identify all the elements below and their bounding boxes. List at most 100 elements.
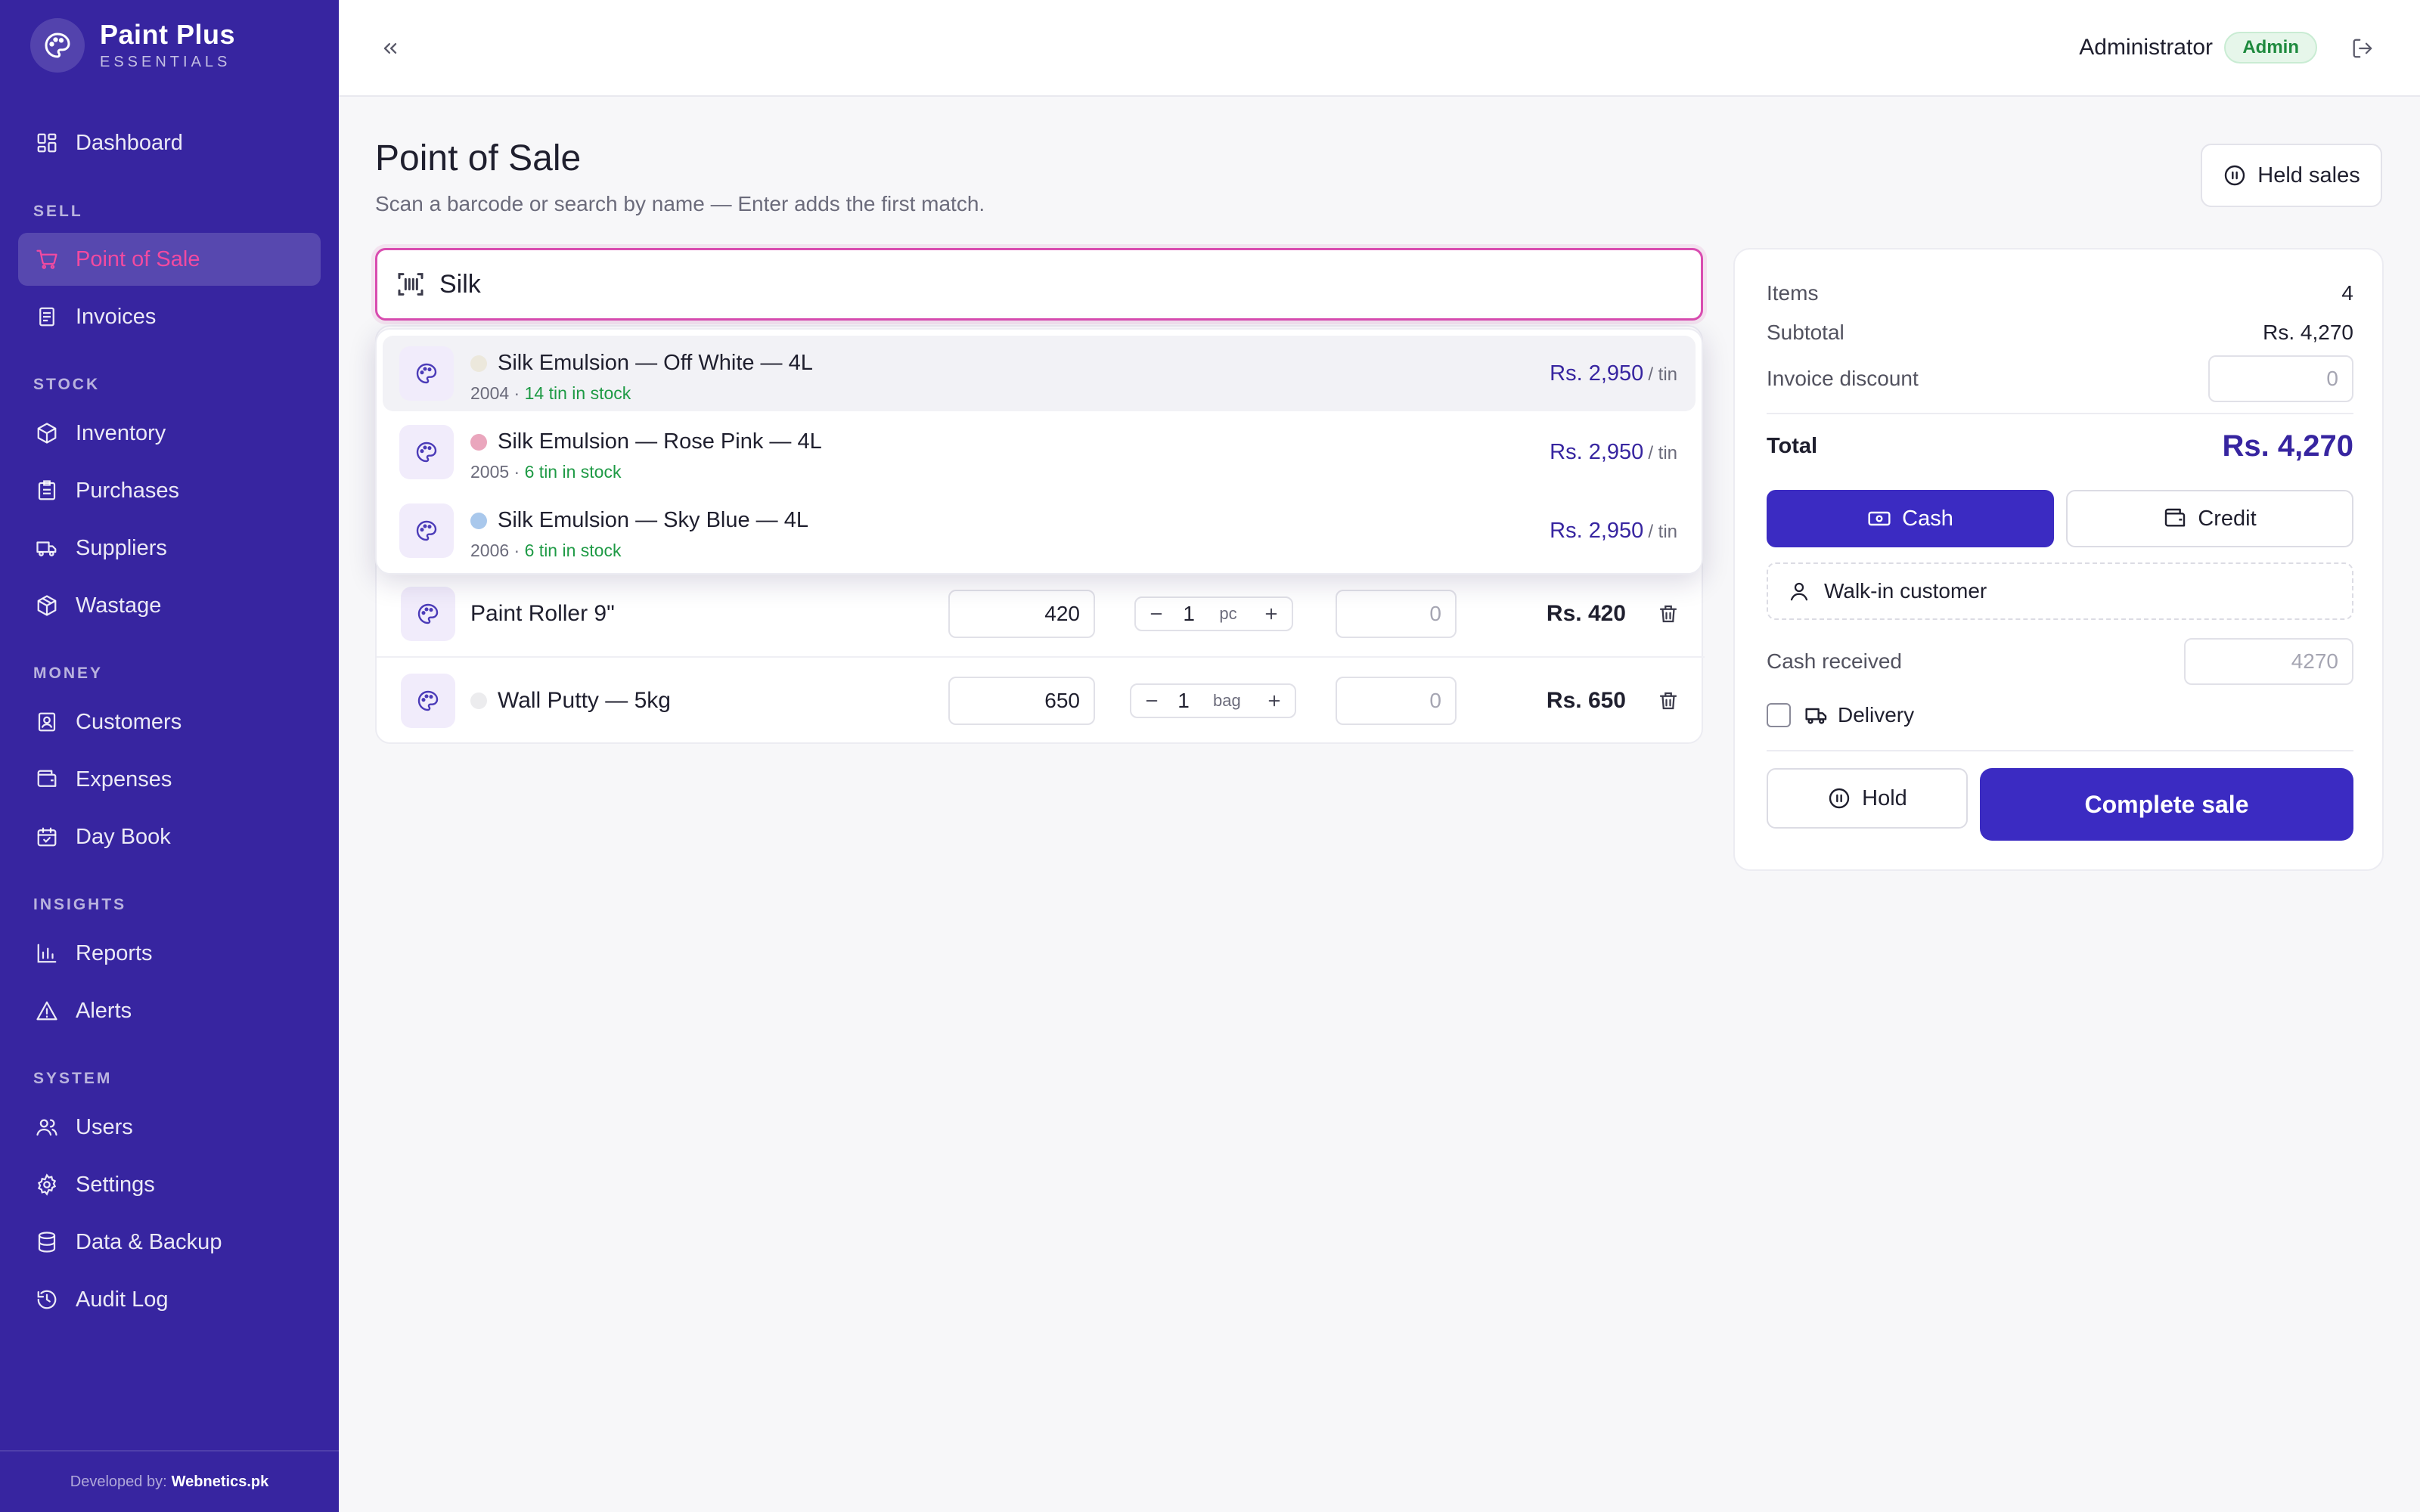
remove-item-button[interactable] [1653, 599, 1683, 629]
cash-label: Cash [1902, 506, 1953, 531]
nav-section-sell: SELL [33, 203, 83, 220]
cash-received-label: Cash received [1767, 649, 1902, 673]
search-results-dropdown: Silk Emulsion — Off White — 4L 2004 · 14… [375, 328, 1703, 575]
credit-payment-button[interactable]: Credit [2066, 490, 2353, 547]
cash-received-row: Cash received 4270 [1767, 638, 2353, 685]
color-swatch [470, 433, 487, 451]
result-unit: / tin [1648, 364, 1677, 385]
total-label: Total [1767, 434, 1818, 458]
remove-item-button[interactable] [1653, 686, 1683, 716]
subtotal-value: Rs. 4,270 [2263, 321, 2353, 344]
sidebar-item-invoices[interactable]: Invoices [18, 290, 321, 343]
clipboard-icon [33, 477, 60, 504]
delivery-checkbox[interactable] [1767, 703, 1791, 727]
complete-sale-button[interactable]: Complete sale [1980, 768, 2353, 841]
minus-icon[interactable] [1146, 604, 1166, 624]
plus-icon[interactable] [1261, 604, 1281, 624]
search-input[interactable] [439, 269, 1574, 299]
sidebar-footer: Developed by: Webnetics.pk [0, 1450, 339, 1512]
sidebar: Paint Plus ESSENTIALS Dashboard SELL Poi… [0, 0, 339, 1512]
sidebar-item-reports[interactable]: Reports [18, 927, 321, 980]
sidebar-item-label: Dashboard [76, 130, 183, 155]
line-total: Rs. 420 [1546, 601, 1626, 626]
warning-icon [33, 997, 60, 1024]
sidebar-item-inventory[interactable]: Inventory [18, 407, 321, 460]
wallet-icon [2163, 507, 2198, 531]
palette-icon [399, 425, 454, 479]
nav-section-stock: STOCK [33, 376, 101, 393]
cart-item-name: Wall Putty — 5kg [498, 688, 671, 713]
search-result-item[interactable]: Silk Emulsion — Off White — 4L 2004 · 14… [383, 336, 1696, 411]
unit-price-input[interactable]: 650 [948, 677, 1095, 725]
sidebar-item-label: Invoices [76, 304, 157, 329]
result-name: Silk Emulsion — Rose Pink — 4L [498, 429, 822, 454]
invoice-discount-input[interactable]: 0 [2208, 355, 2353, 402]
nav-section-money: MONEY [33, 665, 104, 682]
product-search-box[interactable] [375, 248, 1703, 321]
sidebar-item-label: Data & Backup [76, 1229, 222, 1254]
users-icon [33, 1114, 60, 1141]
sidebar-item-data-backup[interactable]: Data & Backup [18, 1216, 321, 1269]
sidebar-item-customers[interactable]: Customers [18, 696, 321, 748]
held-sales-button[interactable]: Held sales [2201, 144, 2382, 207]
minus-icon[interactable] [1142, 691, 1162, 711]
hold-button[interactable]: Hold [1767, 768, 1968, 829]
user-name: Administrator [2079, 35, 2213, 60]
customer-selector[interactable]: Walk-in customer [1767, 562, 2353, 620]
result-price: Rs. 2,950 [1550, 518, 1644, 543]
gear-icon [33, 1171, 60, 1198]
sidebar-item-label: Purchases [76, 478, 180, 503]
color-swatch [470, 692, 487, 709]
cash-payment-button[interactable]: Cash [1767, 490, 2054, 547]
divider [1767, 413, 2353, 414]
result-stock: 14 tin in stock [524, 383, 631, 403]
brand[interactable]: Paint Plus ESSENTIALS [30, 18, 235, 73]
sidebar-item-purchases[interactable]: Purchases [18, 464, 321, 517]
footer-prefix: Developed by: [70, 1473, 167, 1490]
footer-company-link[interactable]: Webnetics.pk [172, 1473, 269, 1491]
sidebar-item-alerts[interactable]: Alerts [18, 984, 321, 1037]
subtotal-label: Subtotal [1767, 321, 1844, 344]
unit-price-input[interactable]: 420 [948, 590, 1095, 638]
sidebar-item-wastage[interactable]: Wastage [18, 579, 321, 632]
sidebar-item-users[interactable]: Users [18, 1101, 321, 1154]
quantity-value: 1 [1177, 689, 1190, 712]
color-swatch [470, 512, 487, 529]
sidebar-item-suppliers[interactable]: Suppliers [18, 522, 321, 575]
sidebar-item-dashboard[interactable]: Dashboard [18, 116, 321, 169]
quantity-unit: pc [1219, 604, 1237, 623]
search-result-item[interactable]: Silk Emulsion — Rose Pink — 4L 2005 · 6 … [383, 414, 1696, 490]
sidebar-item-expenses[interactable]: Expenses [18, 753, 321, 806]
divider [1767, 750, 2353, 751]
cash-received-input[interactable]: 4270 [2184, 638, 2353, 685]
sidebar-item-label: Expenses [76, 767, 172, 792]
truck-icon [33, 534, 60, 562]
box-icon [33, 420, 60, 447]
wallet-icon [33, 766, 60, 793]
pause-circle-icon [2223, 163, 2257, 187]
sidebar-item-day-book[interactable]: Day Book [18, 810, 321, 863]
bar-chart-icon [33, 940, 60, 967]
sidebar-item-label: Customers [76, 709, 182, 734]
quantity-stepper[interactable]: 1 bag [1130, 683, 1296, 718]
result-stock: 6 tin in stock [524, 541, 622, 560]
quantity-stepper[interactable]: 1 pc [1134, 596, 1293, 631]
search-result-item[interactable]: Silk Emulsion — Sky Blue — 4L 2006 · 6 t… [383, 493, 1696, 569]
collapse-sidebar-button[interactable] [375, 33, 405, 64]
role-badge: Admin [2224, 32, 2317, 64]
held-sales-label: Held sales [2257, 163, 2360, 187]
page-title: Point of Sale [375, 138, 582, 178]
sidebar-item-settings[interactable]: Settings [18, 1158, 321, 1211]
logout-button[interactable] [2347, 33, 2378, 64]
sidebar-item-audit-log[interactable]: Audit Log [18, 1273, 321, 1326]
sidebar-item-point-of-sale[interactable]: Point of Sale [18, 233, 321, 286]
quantity-value: 1 [1183, 602, 1195, 625]
delivery-toggle[interactable]: Delivery [1767, 703, 1914, 727]
result-price: Rs. 2,950 [1550, 439, 1644, 464]
sidebar-item-label: Alerts [76, 998, 132, 1023]
cart-icon [33, 246, 60, 273]
palette-icon [401, 674, 455, 728]
invoice-discount-label: Invoice discount [1767, 367, 1919, 390]
sidebar-item-label: Users [76, 1114, 133, 1139]
plus-icon[interactable] [1264, 691, 1284, 711]
